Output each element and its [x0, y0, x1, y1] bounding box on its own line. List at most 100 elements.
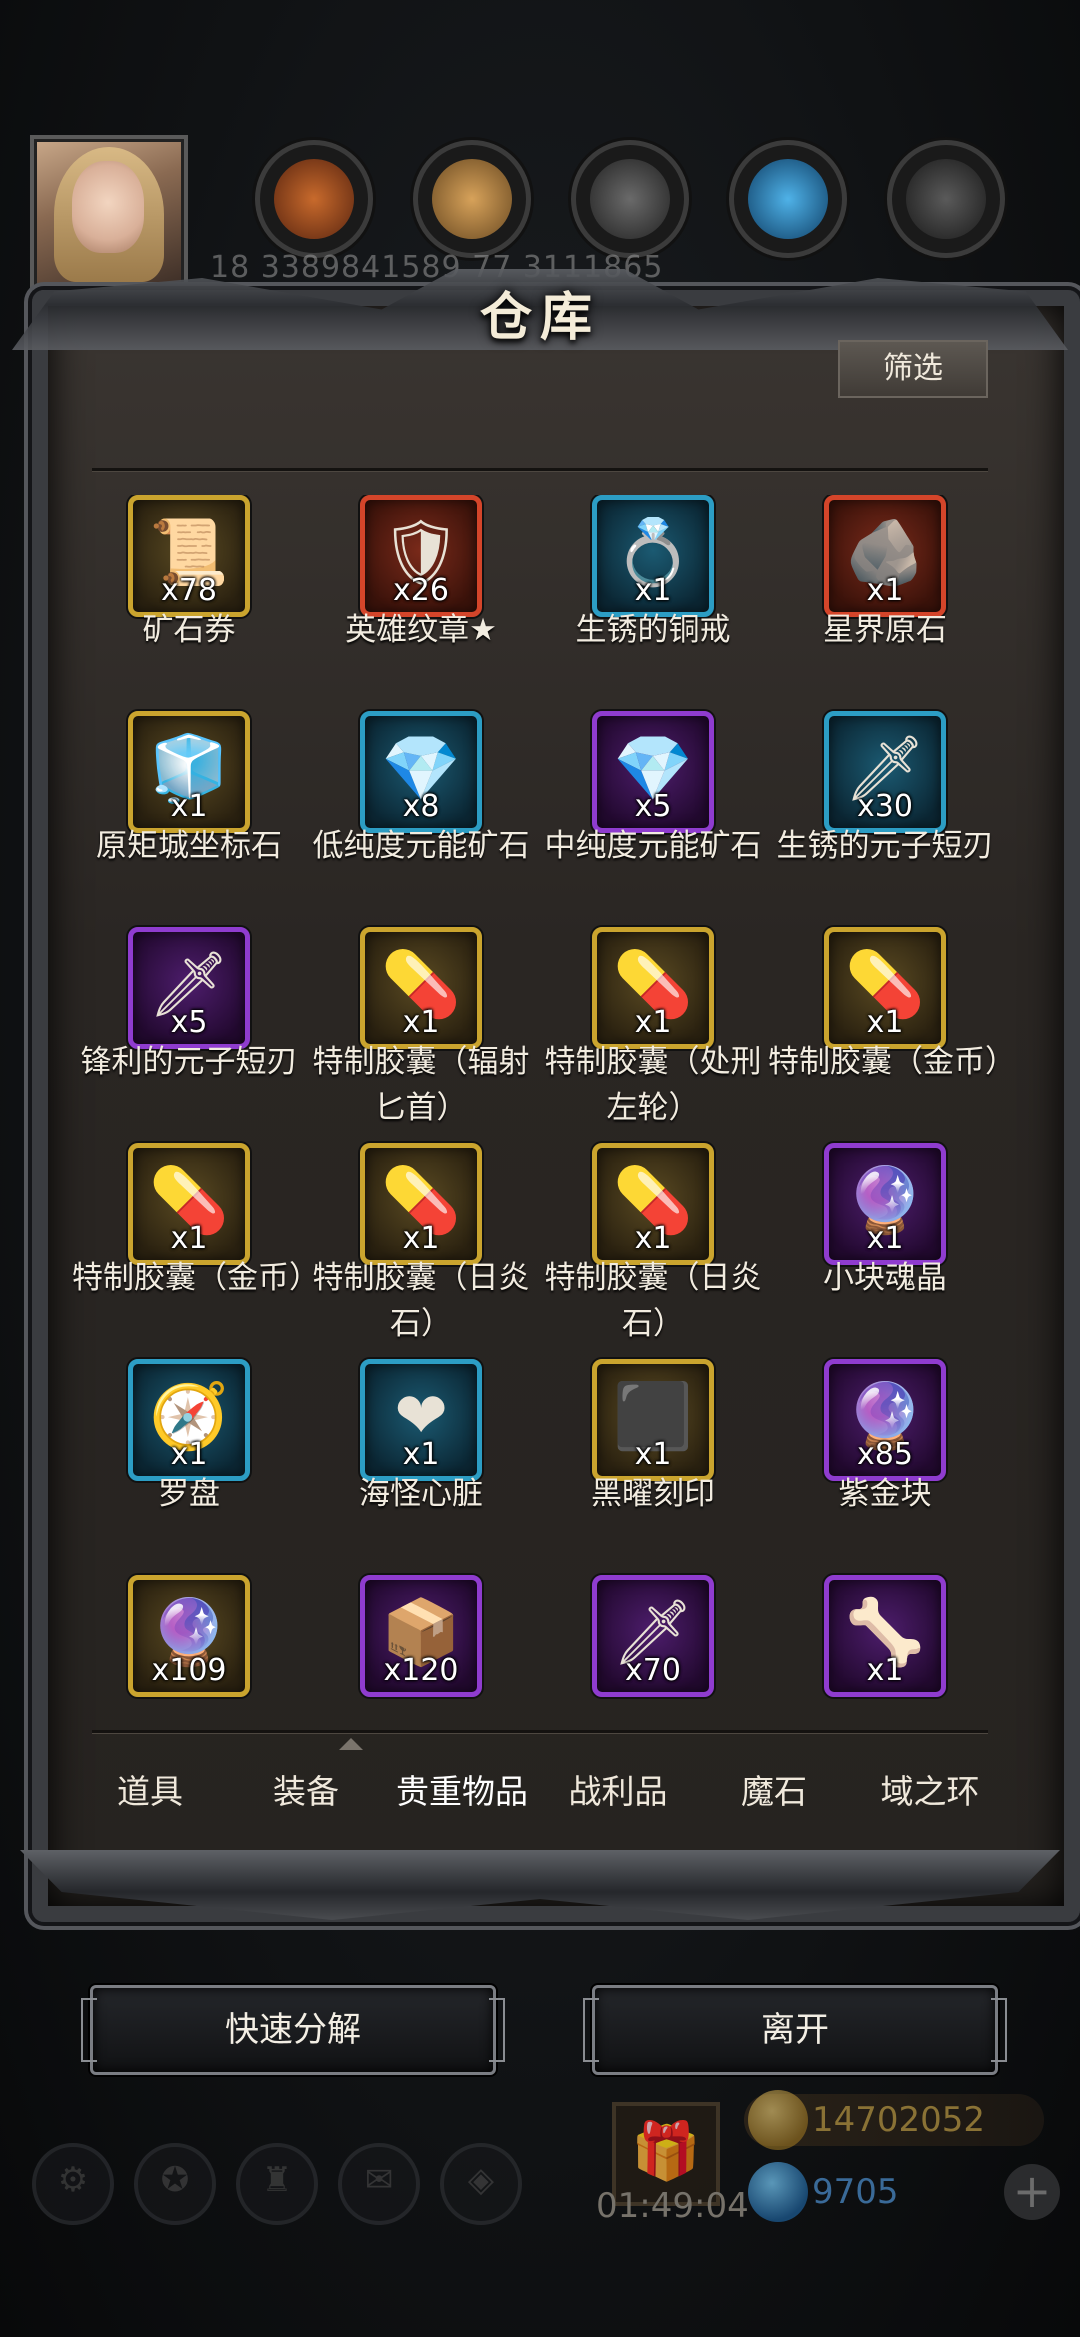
item-quantity: x1 — [634, 573, 672, 608]
inventory-item[interactable]: 🗡 x30 生锈的元子短刃 — [768, 711, 1002, 927]
inventory-item[interactable]: 🦴 x1 — [768, 1575, 1002, 1720]
avatar-face — [72, 161, 144, 253]
item-quantity: x30 — [857, 789, 913, 824]
item-name: 中纯度元能矿石 — [544, 828, 762, 864]
stone-resource-icon[interactable] — [571, 140, 689, 258]
item-name: 原矩城坐标石 — [96, 828, 282, 864]
item-quantity: x1 — [634, 1221, 672, 1256]
item-name: 生锈的铜戒 — [575, 612, 731, 648]
item-quantity: x5 — [170, 1005, 208, 1040]
map-round-button[interactable]: ◈ — [440, 2143, 522, 2225]
inventory-item[interactable]: ⬛ x1 黑曜刻印 — [536, 1359, 770, 1575]
item-name: 锋利的元子短刃 — [80, 1044, 298, 1080]
gem-currency: 9705 — [744, 2162, 1044, 2222]
active-tab-indicator — [339, 1738, 363, 1750]
item-quantity: x1 — [866, 1005, 904, 1040]
inventory-item[interactable]: 🛡 x26 英雄纹章★ — [304, 495, 538, 711]
mail-round-button[interactable]: ✉ — [338, 2143, 420, 2225]
item-grid[interactable]: 📜 x78 矿石券 🛡 x26 英雄纹章★ 💍 x1 生锈的铜戒 🪨 x1 星界原石 🧊 x1 原矩城坐标石… — [72, 495, 1008, 1720]
item-name: 英雄纹章★ — [345, 612, 497, 648]
item-quantity: x1 — [402, 1437, 440, 1472]
inventory-item[interactable]: 💎 x5 中纯度元能矿石 — [536, 711, 770, 927]
inventory-item[interactable]: 🔮 x109 — [72, 1575, 306, 1720]
item-name: 小块魂晶 — [823, 1260, 947, 1296]
item-name: 星界原石 — [823, 612, 947, 648]
star-icon: ✪ — [160, 2160, 190, 2200]
item-quantity: x70 — [625, 1653, 681, 1688]
item-quantity: x1 — [634, 1437, 672, 1472]
inventory-item[interactable]: 💍 x1 生锈的铜戒 — [536, 495, 770, 711]
filter-button[interactable]: 筛选 — [838, 340, 988, 398]
inventory-item[interactable]: 💊 x1 特制胶囊（金币） — [72, 1143, 320, 1359]
quick-decompose-button[interactable]: 快速分解 — [81, 1985, 505, 2075]
tab-4[interactable]: 魔石 — [696, 1752, 852, 1832]
item-quantity: x1 — [170, 1221, 208, 1256]
item-quantity: x1 — [866, 1221, 904, 1256]
item-quantity: x1 — [634, 1005, 672, 1040]
hero-round-button[interactable]: ✪ — [134, 2143, 216, 2225]
grid-top-divider — [92, 468, 988, 471]
item-quantity: x1 — [402, 1005, 440, 1040]
gift-timer: 01:49:04 — [596, 2186, 749, 2226]
player-avatar[interactable] — [30, 135, 188, 293]
inventory-item[interactable]: ❤ x1 海怪心脏 — [304, 1359, 538, 1575]
item-quantity: x1 — [402, 1221, 440, 1256]
iron-resource-icon[interactable] — [887, 140, 1005, 258]
wood-resource-icon[interactable] — [413, 140, 531, 258]
inventory-item[interactable]: 📦 x120 — [304, 1575, 538, 1720]
tab-2[interactable]: 贵重物品 — [384, 1752, 540, 1832]
item-quantity: x120 — [383, 1653, 459, 1688]
inventory-item[interactable]: 🔮 x1 小块魂晶 — [768, 1143, 1002, 1359]
gold-coin-icon — [748, 2090, 808, 2150]
inventory-item[interactable]: 📜 x78 矿石券 — [72, 495, 306, 711]
warehouse-modal: 仓库 筛选 📜 x78 矿石券 🛡 x26 英雄纹章★ 💍 x1 生锈的铜戒 🪨 x1 星界原石 🧊 x1… — [12, 269, 1080, 1922]
map-icon: ◈ — [467, 2160, 495, 2200]
settings-round-button[interactable]: ⚙ — [32, 2143, 114, 2225]
gear-icon: ⚙ — [57, 2160, 89, 2200]
castle-round-button[interactable]: ♜ — [236, 2143, 318, 2225]
item-name: 矿石券 — [142, 612, 236, 648]
item-name: 特制胶囊（处刑左轮） — [544, 1044, 762, 1126]
inventory-item[interactable]: 🗡 x70 — [536, 1575, 770, 1720]
castle-icon: ♜ — [261, 2160, 293, 2200]
inventory-item[interactable]: 🧊 x1 原矩城坐标石 — [72, 711, 306, 927]
inventory-item[interactable]: 🪨 x1 星界原石 — [768, 495, 1002, 711]
tab-0[interactable]: 道具 — [72, 1752, 228, 1832]
item-name: 特制胶囊（辐射匕首） — [312, 1044, 530, 1126]
crystal-resource-icon[interactable] — [729, 140, 847, 258]
item-quantity: x1 — [866, 1653, 904, 1688]
gem-icon — [748, 2162, 808, 2222]
item-name: 特制胶囊（日炎石） — [544, 1260, 762, 1342]
item-name: 黑曜刻印 — [591, 1476, 715, 1512]
grid-bottom-divider — [92, 1730, 988, 1733]
item-name: 紫金块 — [838, 1476, 932, 1512]
inventory-item[interactable]: 💊 x1 特制胶囊（金币） — [768, 927, 1008, 1143]
inventory-item[interactable]: 💊 x1 特制胶囊（日炎石） — [304, 1143, 538, 1359]
item-quantity: x8 — [402, 789, 440, 824]
item-name: 罗盘 — [158, 1476, 220, 1512]
inventory-item[interactable]: 🔮 x85 紫金块 — [768, 1359, 1002, 1575]
item-name: 低纯度元能矿石 — [312, 828, 530, 864]
inventory-item[interactable]: 🧭 x1 罗盘 — [72, 1359, 306, 1575]
category-tabs: 道具 装备 贵重物品 战利品 魔石 域之环 — [72, 1738, 1008, 1832]
tab-1[interactable]: 装备 — [228, 1752, 384, 1832]
tab-5[interactable]: 域之环 — [852, 1752, 1008, 1832]
item-quantity: x1 — [170, 789, 208, 824]
item-quantity: x85 — [857, 1437, 913, 1472]
inventory-item[interactable]: 🗡 x5 锋利的元子短刃 — [72, 927, 306, 1143]
tab-3[interactable]: 战利品 — [540, 1752, 696, 1832]
item-name: 特制胶囊（日炎石） — [312, 1260, 530, 1342]
inventory-item[interactable]: 💎 x8 低纯度元能矿石 — [304, 711, 538, 927]
inventory-item[interactable]: 💊 x1 特制胶囊（辐射匕首） — [304, 927, 538, 1143]
inventory-item[interactable]: 💊 x1 特制胶囊（日炎石） — [536, 1143, 770, 1359]
item-name: 特制胶囊（金币） — [72, 1260, 320, 1296]
item-quantity: x26 — [393, 573, 449, 608]
add-currency-button[interactable]: + — [1004, 2164, 1060, 2220]
gem-amount: 9705 — [812, 2172, 899, 2212]
leave-button[interactable]: 离开 — [583, 1985, 1007, 2075]
mail-icon: ✉ — [364, 2160, 394, 2200]
inventory-item[interactable]: 💊 x1 特制胶囊（处刑左轮） — [536, 927, 770, 1143]
item-quantity: x5 — [634, 789, 672, 824]
meat-resource-icon[interactable] — [255, 140, 373, 258]
item-quantity: x109 — [151, 1653, 227, 1688]
